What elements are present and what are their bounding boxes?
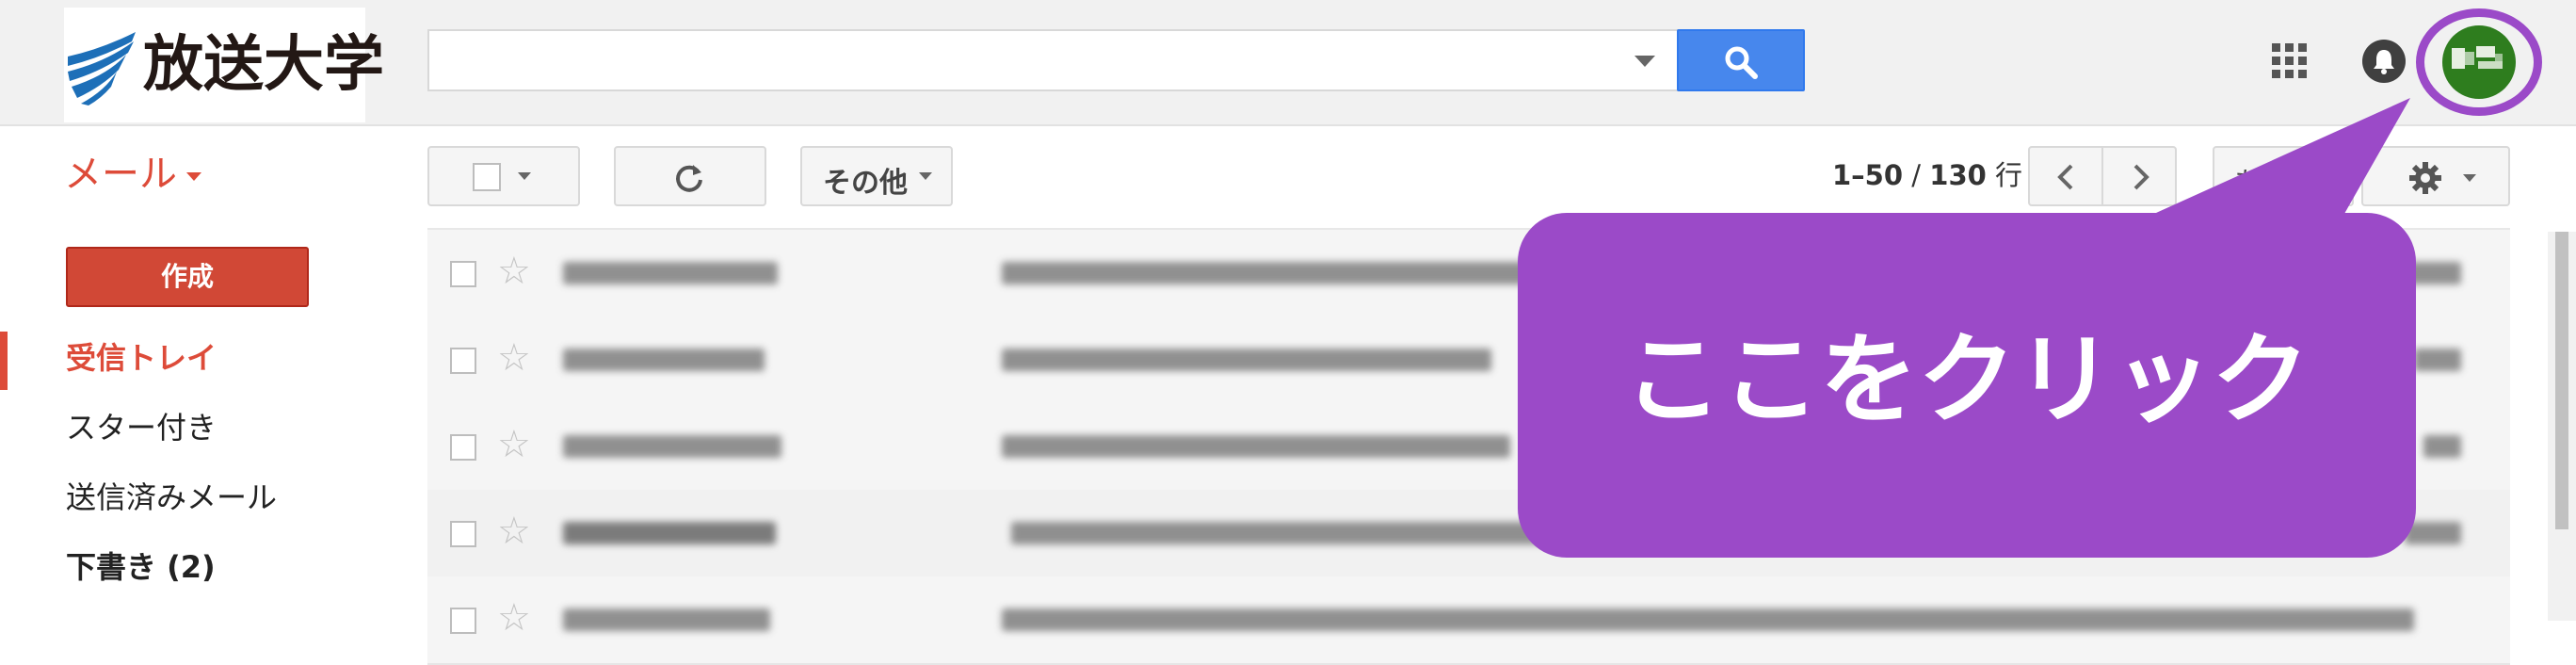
row-checkbox[interactable] bbox=[450, 608, 476, 634]
chevron-left-icon bbox=[2057, 164, 2073, 190]
subject-blurred bbox=[1002, 349, 1491, 371]
logo-wave-icon bbox=[68, 32, 136, 105]
chevron-down-icon bbox=[919, 172, 932, 180]
logo-text: 放送大学 bbox=[143, 30, 384, 100]
chevron-right-icon bbox=[2133, 164, 2149, 190]
page-range: 1–50 bbox=[1832, 159, 1904, 191]
date-blurred bbox=[2423, 435, 2461, 458]
input-tools-label: あ bbox=[2233, 167, 2262, 200]
sender-blurred bbox=[563, 349, 765, 371]
message-row[interactable]: ☆ bbox=[427, 490, 2510, 578]
newer-page-button[interactable] bbox=[2028, 146, 2103, 206]
logo[interactable]: 放送大学 bbox=[64, 8, 384, 122]
apps-grid-icon[interactable] bbox=[2272, 43, 2308, 79]
message-row[interactable]: ☆ bbox=[427, 230, 2510, 318]
sender-blurred bbox=[563, 522, 776, 544]
total-count: 130 bbox=[1929, 159, 1987, 191]
date-blurred bbox=[2405, 262, 2461, 284]
chevron-down-icon bbox=[518, 172, 531, 180]
subject-blurred bbox=[1011, 522, 1576, 544]
refresh-button[interactable] bbox=[614, 146, 766, 206]
star-icon[interactable]: ☆ bbox=[497, 251, 531, 292]
select-all-button[interactable] bbox=[427, 146, 580, 206]
count-unit: 行 bbox=[1986, 159, 2023, 191]
chevron-down-icon bbox=[2463, 174, 2476, 182]
more-actions-label: その他 bbox=[823, 167, 908, 200]
avatar-highlight-ring bbox=[2416, 8, 2542, 116]
star-icon[interactable]: ☆ bbox=[497, 337, 531, 379]
callout-text: ここをクリック bbox=[1623, 322, 2310, 437]
search-options-dropdown-icon[interactable] bbox=[1634, 56, 1655, 67]
row-checkbox[interactable] bbox=[450, 434, 476, 461]
subject-blurred bbox=[1002, 262, 1529, 284]
app-switcher-mail[interactable]: メール bbox=[64, 151, 201, 198]
gear-icon bbox=[2409, 162, 2441, 194]
compose-button[interactable]: 作成 bbox=[66, 247, 309, 307]
search-box[interactable] bbox=[427, 29, 1680, 91]
notifications-bell-icon[interactable] bbox=[2362, 40, 2406, 83]
star-icon[interactable]: ☆ bbox=[497, 597, 531, 639]
bell-glyph-icon bbox=[2374, 50, 2394, 74]
sidebar-item-inbox[interactable]: 受信トレイ bbox=[66, 339, 217, 377]
top-header: 放送大学 bbox=[0, 0, 2576, 126]
search-button[interactable] bbox=[1677, 29, 1805, 91]
chevron-down-icon bbox=[186, 171, 201, 181]
message-row[interactable]: ☆ bbox=[427, 576, 2510, 665]
sidebar-item-sent[interactable]: 送信済みメール bbox=[66, 478, 277, 516]
scrollbar-thumb[interactable] bbox=[2555, 232, 2568, 529]
refresh-icon bbox=[676, 165, 702, 192]
row-checkbox[interactable] bbox=[450, 261, 476, 287]
more-actions-button[interactable]: その他 bbox=[800, 146, 953, 206]
row-checkbox[interactable] bbox=[450, 348, 476, 374]
settings-button[interactable] bbox=[2361, 146, 2510, 206]
sender-blurred bbox=[563, 262, 778, 284]
row-checkbox[interactable] bbox=[450, 521, 476, 547]
star-icon[interactable]: ☆ bbox=[497, 511, 531, 552]
pagination-count: 1–50 / 130 行 bbox=[1832, 158, 2022, 192]
app-title-label: メール bbox=[64, 153, 177, 196]
date-blurred bbox=[2414, 349, 2461, 371]
star-icon[interactable]: ☆ bbox=[497, 424, 531, 465]
search-input[interactable] bbox=[439, 37, 1610, 86]
active-nav-indicator bbox=[0, 332, 8, 390]
date-blurred bbox=[2405, 522, 2461, 544]
page-separator: / bbox=[1903, 159, 1930, 191]
search-icon bbox=[1725, 46, 1758, 79]
subject-blurred bbox=[1002, 608, 2414, 631]
sidebar-item-drafts[interactable]: 下書き (2) bbox=[66, 548, 216, 586]
sidebar-item-starred[interactable]: スター付き bbox=[66, 409, 217, 446]
sender-blurred bbox=[563, 435, 781, 458]
sender-blurred bbox=[563, 608, 770, 631]
input-tools-button[interactable]: あ bbox=[2213, 146, 2354, 206]
older-page-button[interactable] bbox=[2101, 146, 2177, 206]
select-checkbox-icon bbox=[473, 163, 501, 191]
subject-blurred bbox=[1002, 435, 1510, 458]
